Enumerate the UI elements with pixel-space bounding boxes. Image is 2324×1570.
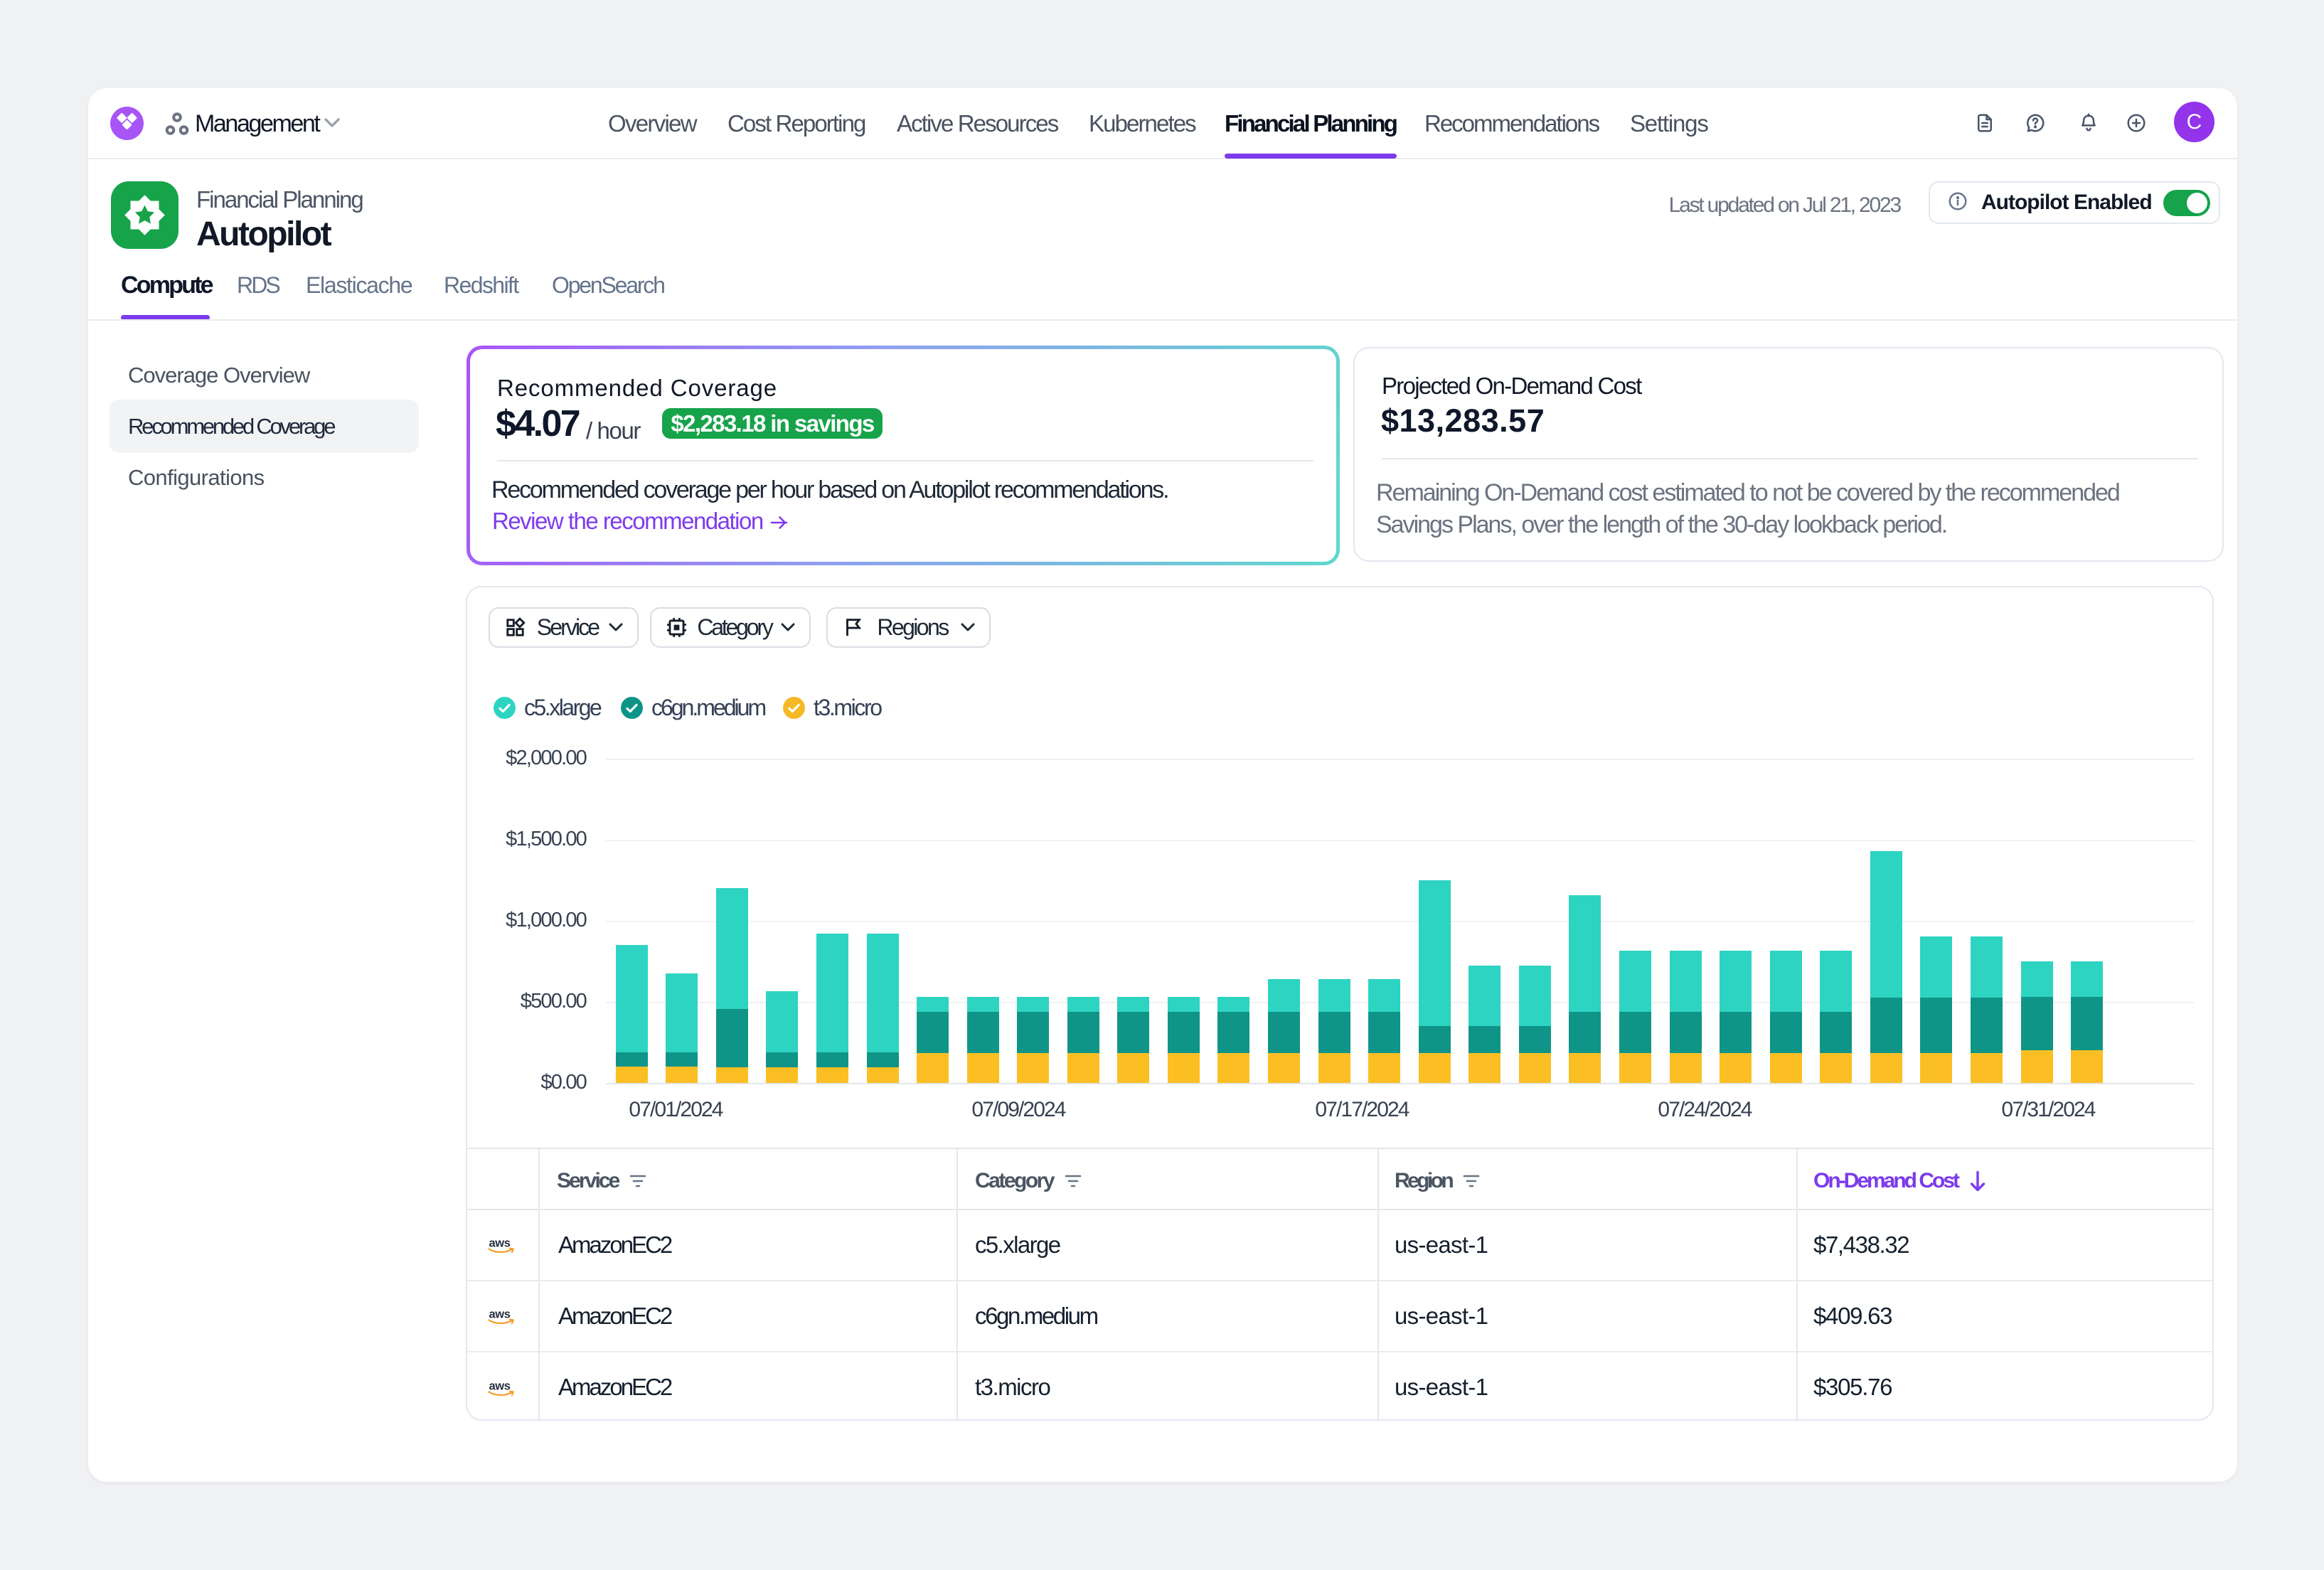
svg-text:aws: aws <box>489 1380 511 1393</box>
svg-text:aws: aws <box>489 1308 511 1321</box>
svg-text:aws: aws <box>489 1237 511 1250</box>
